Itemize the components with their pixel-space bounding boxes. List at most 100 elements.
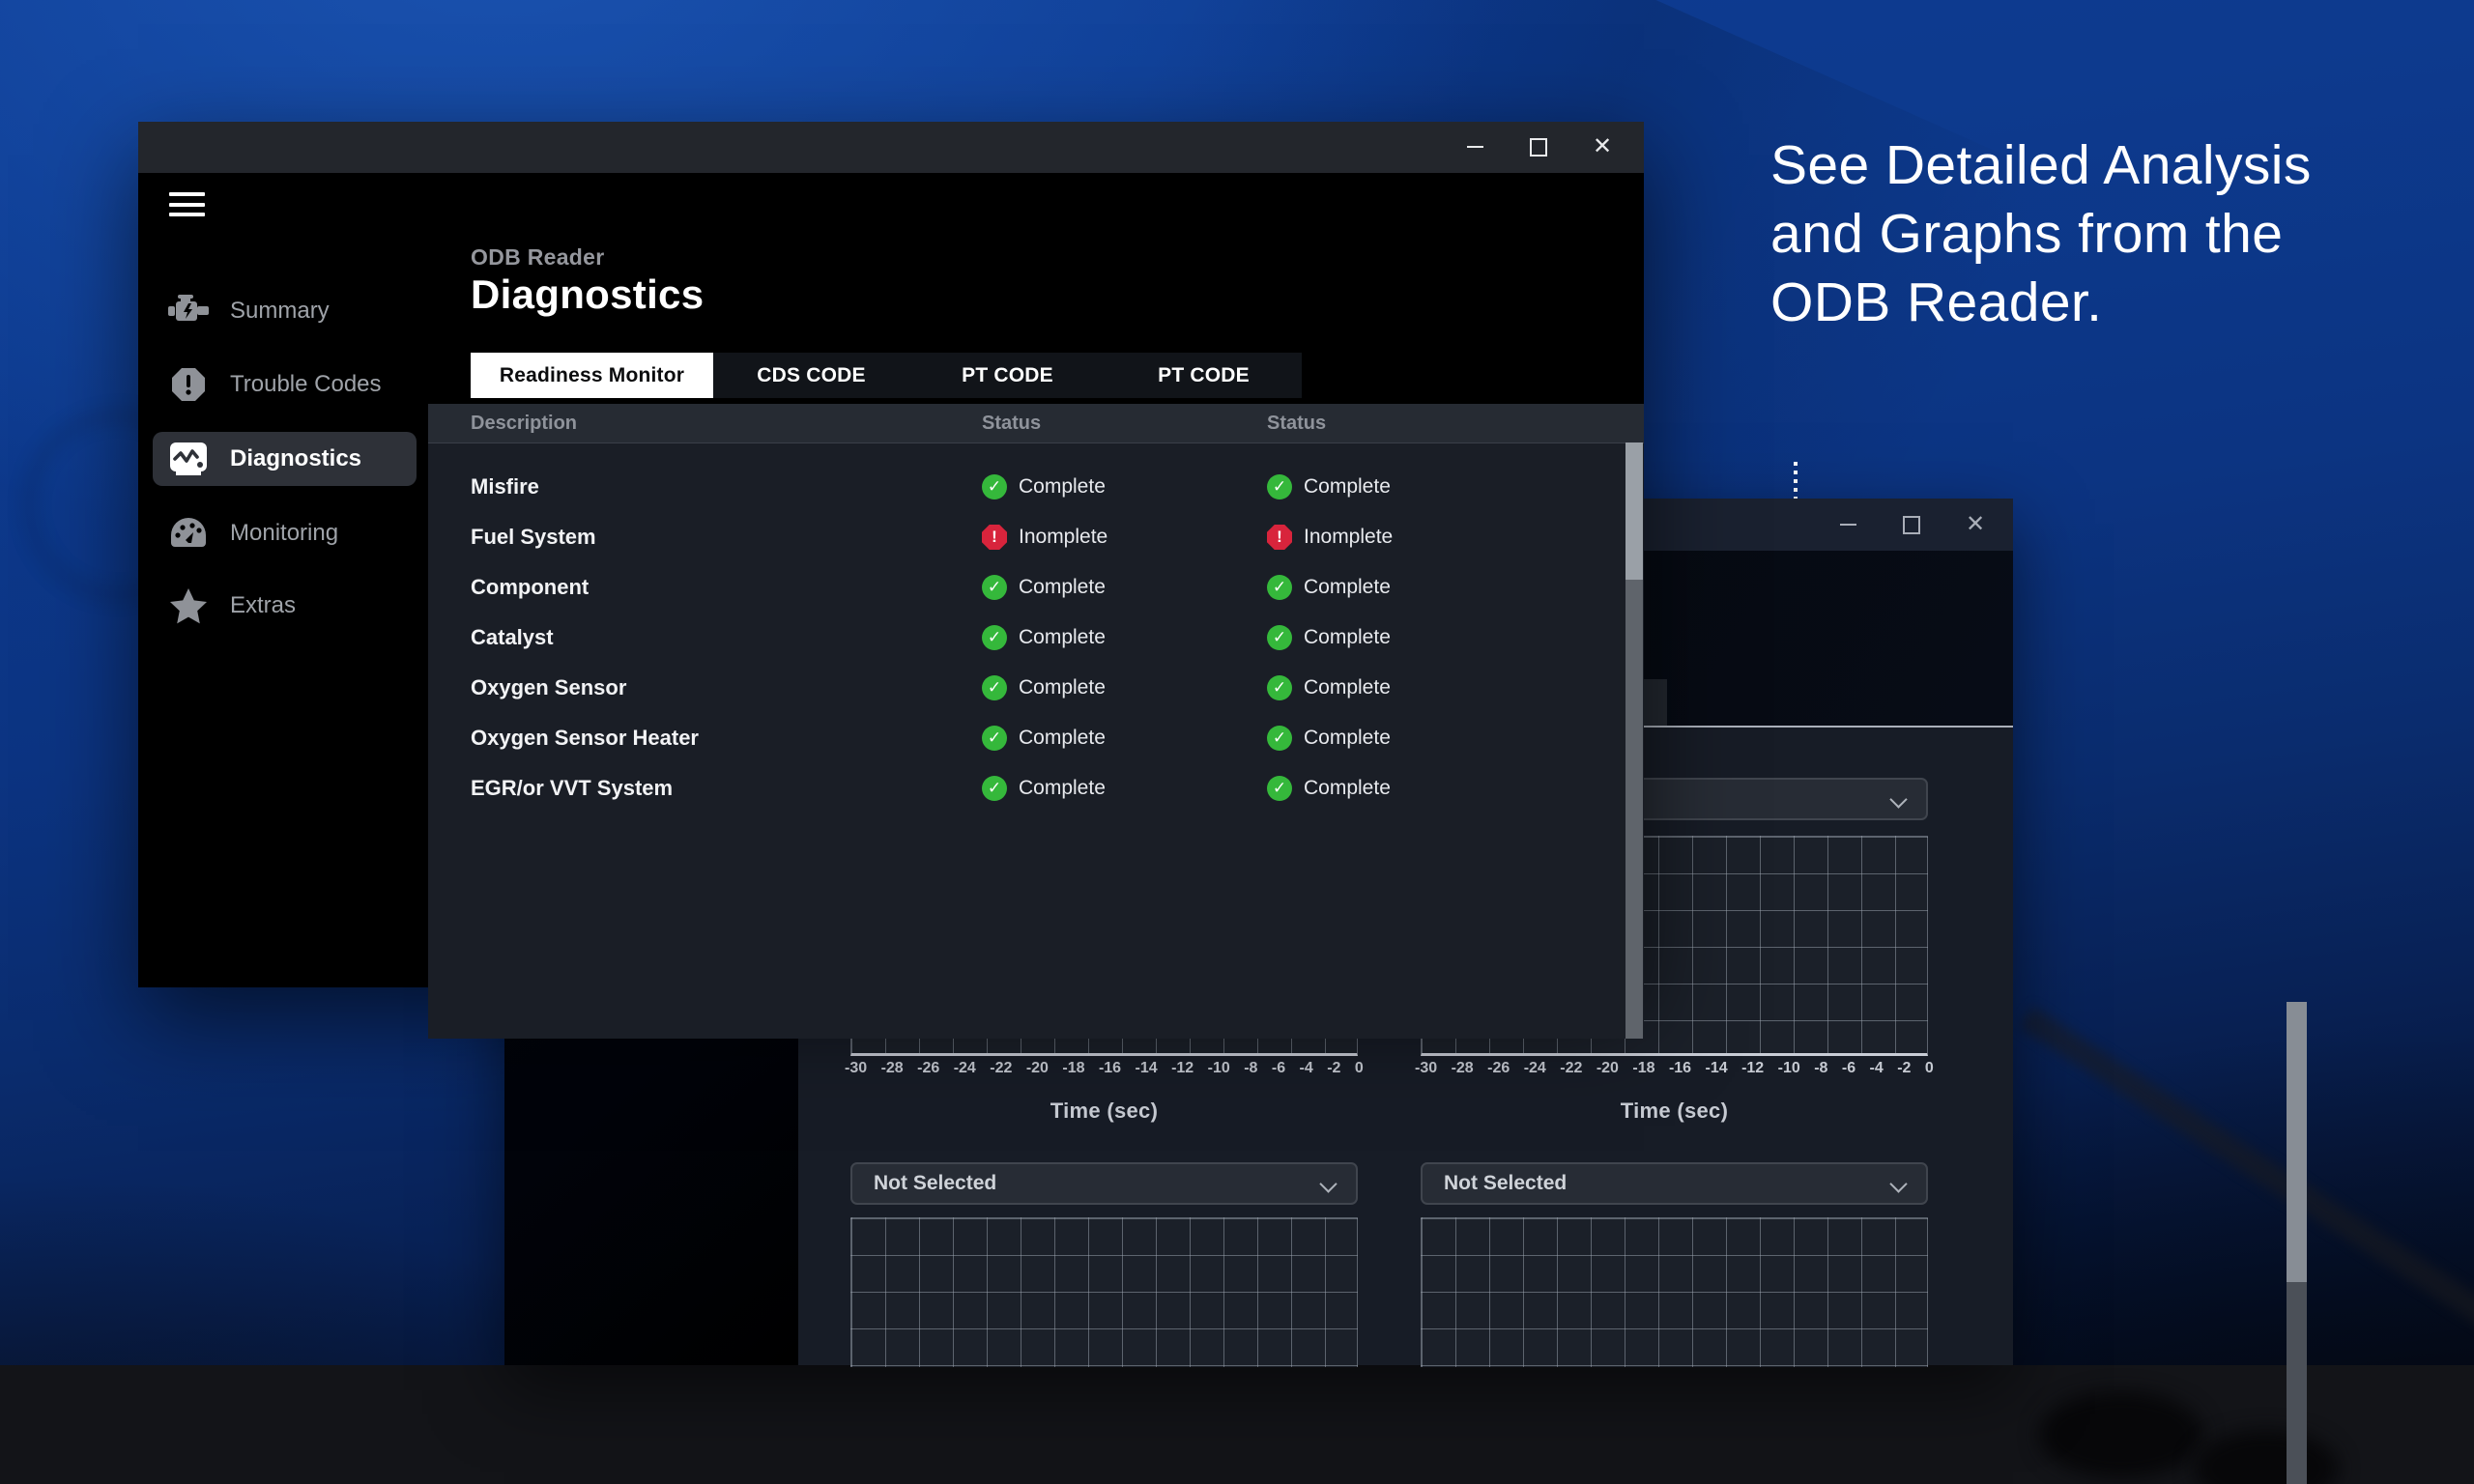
status-text: Complete [1304, 475, 1391, 499]
star-icon [166, 584, 211, 628]
status-cell: ✓Complete [1267, 713, 1391, 763]
sidebar-item-label: Summary [230, 298, 330, 325]
row-description: Catalyst [471, 613, 554, 663]
table-rows: Misfire✓Complete✓CompleteFuel System!Ino… [428, 462, 1644, 813]
x-tick-label: -22 [1560, 1060, 1582, 1077]
status-cell: ✓Complete [982, 763, 1106, 813]
tab-pt-code-3[interactable]: PT CODE [1106, 353, 1302, 398]
status-cell: ✓ Complete [982, 713, 1106, 763]
odb-window-body: Summary Trouble Codes Diagnostics Monitorin… [138, 173, 1644, 987]
x-tick-label: -18 [1632, 1060, 1654, 1077]
x-tick-label: -18 [1062, 1060, 1084, 1077]
check-circle-icon: ✓ [1267, 776, 1292, 801]
pulse-monitor-icon [166, 437, 211, 481]
maximize-icon[interactable] [1899, 512, 1924, 537]
engine-icon [166, 289, 211, 333]
close-icon[interactable]: ✕ [1963, 512, 1988, 537]
signal-select-bottom-right[interactable]: Not Selected [1421, 1162, 1928, 1205]
x-tick-label: -2 [1897, 1060, 1911, 1077]
column-header-description: Description [471, 404, 577, 442]
table-row: Component✓Complete✓Complete [428, 562, 1644, 613]
menu-icon[interactable] [169, 192, 205, 216]
x-tick-label: -24 [1524, 1060, 1546, 1077]
x-axis-label: Time (sec) [1421, 1099, 1928, 1124]
scrollbar-thumb[interactable] [2287, 1002, 2307, 1282]
status-cell: ✓ Complete [1267, 763, 1391, 813]
check-circle-icon: ✓ [982, 776, 1007, 801]
x-tick-label: -24 [954, 1060, 976, 1077]
x-axis-ticks: -30-28-26-24-22-20-18-16-14-12-10-8-6-4-… [1415, 1060, 1934, 1077]
scrollbar-track[interactable] [1625, 442, 1643, 1039]
status-text: Complete [1304, 576, 1391, 599]
app-title: ODB Reader [471, 244, 604, 271]
status-cell: ✓Complete [1267, 562, 1391, 613]
sidebar-item-label: Extras [230, 592, 296, 619]
tab-pt-code-2[interactable]: PT CODE [909, 353, 1106, 398]
status-text: Complete [1304, 676, 1391, 699]
select-value: Not Selected [874, 1172, 996, 1195]
chevron-down-icon [1889, 1175, 1907, 1192]
status-cell: !Inomplete [982, 512, 1108, 562]
sidebar-item-monitoring[interactable]: Monitoring [153, 506, 417, 560]
gauge-icon [166, 511, 211, 556]
check-circle-icon: ✓ [982, 625, 1007, 650]
sidebar-item-diagnostics[interactable]: Diagnostics [153, 432, 417, 486]
table-row: Misfire✓Complete✓Complete [428, 462, 1644, 512]
select-value: Not Selected [1444, 1172, 1567, 1195]
chart-grid-lower-left [850, 1217, 1358, 1367]
scrollbar-track[interactable] [2287, 1002, 2307, 1484]
tab-cds-code-1[interactable]: CDS CODE [713, 353, 909, 398]
status-cell: ✓Complete [982, 663, 1106, 713]
scrollbar-thumb[interactable] [1625, 442, 1643, 580]
maximize-icon[interactable] [1526, 134, 1551, 159]
sidebar-item-extras[interactable]: Extras [153, 579, 417, 633]
close-icon[interactable]: ✕ [1590, 134, 1615, 159]
signal-select-bottom-left[interactable]: Not Selected [850, 1162, 1358, 1205]
status-text: Complete [1019, 576, 1106, 599]
x-tick-label: -28 [1452, 1060, 1474, 1077]
screenshot-stage: See Detailed Analysis and Graphs from th… [0, 0, 2474, 1484]
x-axis-label: Time (sec) [850, 1099, 1358, 1124]
status-cell: ✓ Complete [982, 613, 1106, 663]
status-cell: ✓Complete [982, 462, 1106, 512]
check-circle-icon: ✓ [982, 726, 1007, 751]
status-text: Complete [1304, 777, 1391, 800]
sidebar-item-summary[interactable]: Summary [153, 284, 417, 338]
check-circle-icon: ✓ [1267, 474, 1292, 499]
x-tick-label: -28 [881, 1060, 904, 1077]
status-text: Complete [1019, 626, 1106, 649]
chevron-down-icon [1319, 1175, 1337, 1192]
status-cell: ✓Complete [1267, 613, 1391, 663]
x-tick-label: -26 [917, 1060, 939, 1077]
x-tick-label: -16 [1669, 1060, 1691, 1077]
chevron-down-icon [1889, 790, 1907, 808]
sidebar-item-label: Monitoring [230, 520, 338, 547]
check-circle-icon: ✓ [982, 675, 1007, 700]
x-tick-label: -4 [1300, 1060, 1313, 1077]
odb-reader-window: ✕ Summary Trouble Codes Diagnostics Monitor… [138, 122, 1644, 987]
check-circle-icon: ✓ [1267, 625, 1292, 650]
x-tick-label: -6 [1272, 1060, 1285, 1077]
check-circle-icon: ✓ [982, 575, 1007, 600]
minimize-icon[interactable] [1835, 512, 1860, 537]
minimize-icon[interactable] [1462, 134, 1487, 159]
tab-readiness-monitor-0[interactable]: Readiness Monitor [471, 353, 713, 398]
x-tick-label: -20 [1597, 1060, 1619, 1077]
sidebar-item-label: Diagnostics [230, 445, 361, 472]
sidebar-item-label: Trouble Codes [230, 371, 382, 398]
status-text: Inomplete [1019, 526, 1108, 549]
x-tick-label: -30 [845, 1060, 867, 1077]
odb-window-titlebar[interactable]: ✕ [138, 122, 1644, 173]
x-tick-label: -22 [990, 1060, 1012, 1077]
sidebar: Summary Trouble Codes Diagnostics Monitorin… [138, 173, 428, 987]
x-tick-label: -14 [1706, 1060, 1728, 1077]
alert-octagon-icon: ! [1267, 525, 1292, 550]
column-header-status-2: Status [1267, 404, 1326, 442]
callout-headline: See Detailed Analysis and Graphs from th… [1770, 131, 2466, 337]
tab-bar: Readiness MonitorCDS CODEPT CODEPT CODE [471, 353, 1302, 398]
table-row: Catalyst✓Complete✓Complete [428, 613, 1644, 663]
row-description: Fuel System [471, 512, 596, 562]
table-header: Description Status Status [428, 404, 1644, 443]
status-text: Complete [1019, 727, 1106, 750]
sidebar-item-trouble-codes[interactable]: Trouble Codes [153, 357, 417, 412]
